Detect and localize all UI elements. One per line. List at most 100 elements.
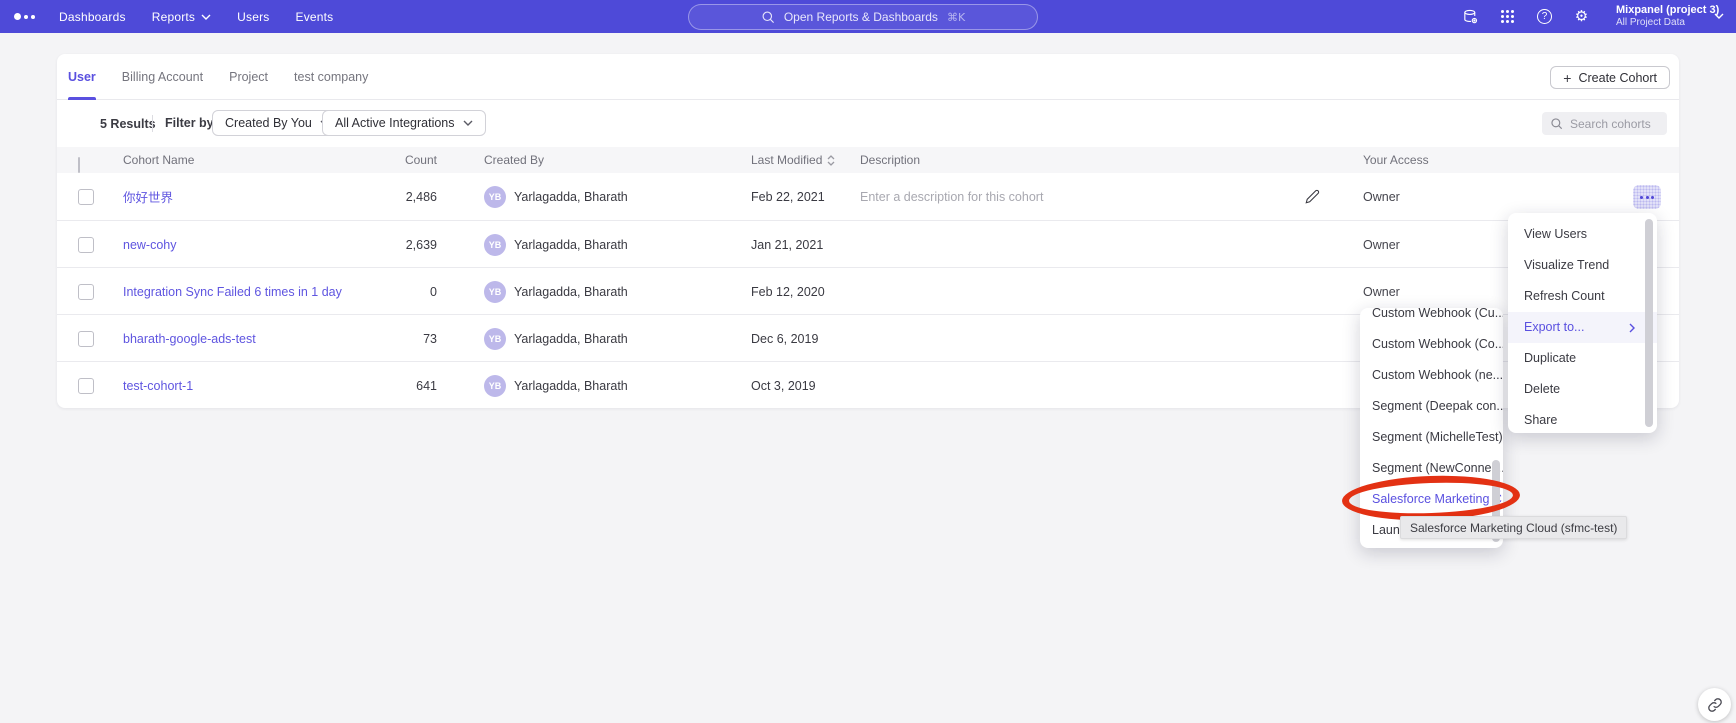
cohort-count: 73 bbox=[357, 315, 437, 362]
mixpanel-logo[interactable] bbox=[14, 0, 35, 33]
nav-link[interactable]: Events bbox=[282, 10, 346, 24]
export-destination-item[interactable]: Custom Webhook (ne... bbox=[1360, 360, 1503, 391]
export-destination-item[interactable]: Salesforce Marketing C... bbox=[1360, 484, 1503, 515]
export-destination-item[interactable]: Segment (MichelleTest) bbox=[1360, 422, 1503, 453]
context-menu-item[interactable]: Delete bbox=[1508, 374, 1657, 405]
nav-link-label: Events bbox=[295, 10, 333, 24]
data-governance-icon[interactable] bbox=[1462, 8, 1479, 25]
export-destination-item[interactable]: Custom Webhook (Cu... bbox=[1360, 308, 1503, 329]
tab[interactable]: test company bbox=[294, 54, 368, 100]
row-context-menu: View Users Visualize Trend Refresh Count bbox=[1508, 213, 1657, 433]
cohort-count: 0 bbox=[357, 268, 437, 315]
avatar: YB bbox=[484, 375, 506, 397]
cohort-name-link[interactable]: new-cohy bbox=[123, 238, 177, 252]
search-icon bbox=[761, 10, 775, 24]
cohort-name-link[interactable]: test-cohort-1 bbox=[123, 379, 193, 393]
apps-grid-icon[interactable] bbox=[1499, 8, 1516, 25]
global-search-bar[interactable]: Open Reports & Dashboards ⌘K bbox=[688, 4, 1038, 30]
project-chevron-down-icon[interactable] bbox=[1714, 13, 1724, 19]
row-checkbox[interactable] bbox=[78, 284, 94, 300]
table-row: Integration Sync Failed 6 times in 1 day… bbox=[57, 267, 1679, 314]
nav-links: Dashboards Reports Users Events bbox=[46, 0, 346, 33]
nav-link-label: Dashboards bbox=[59, 10, 126, 24]
last-modified-date: Feb 12, 2020 bbox=[751, 268, 825, 315]
filter-toolbar: 5 Results Filter by Created By You All A… bbox=[57, 100, 1679, 147]
cohort-name-link[interactable]: Integration Sync Failed 6 times in 1 day bbox=[123, 285, 342, 299]
last-modified-date: Oct 3, 2019 bbox=[751, 362, 816, 409]
header-description: Description bbox=[860, 147, 920, 173]
avatar: YB bbox=[484, 328, 506, 350]
access-level: Owner bbox=[1363, 173, 1400, 220]
header-count: Count bbox=[357, 147, 437, 173]
share-link-button[interactable] bbox=[1698, 688, 1731, 721]
description-field[interactable]: Enter a description for this cohort bbox=[860, 173, 1043, 220]
creator-name: Yarlagadda, Bharath bbox=[514, 173, 628, 220]
edit-pencil-icon[interactable] bbox=[1305, 173, 1320, 220]
creator-name: Yarlagadda, Bharath bbox=[514, 268, 628, 315]
sort-icon bbox=[827, 155, 835, 166]
export-destination-item[interactable]: Custom Webhook (Co... bbox=[1360, 329, 1503, 360]
header-cohort-name: Cohort Name bbox=[123, 147, 194, 173]
submenu-arrow-icon bbox=[1629, 323, 1635, 333]
creator-name: Yarlagadda, Bharath bbox=[514, 315, 628, 362]
avatar: YB bbox=[484, 281, 506, 303]
nav-link[interactable]: Users bbox=[224, 10, 282, 24]
tab[interactable]: User bbox=[68, 54, 96, 100]
project-selector[interactable]: Mixpanel (project 3) All Project Data bbox=[1616, 4, 1719, 29]
global-search-placeholder: Open Reports & Dashboards bbox=[784, 10, 938, 24]
context-menu-item[interactable]: Share bbox=[1508, 405, 1657, 436]
table-row: new-cohy 2,639 YB Yarlagadda, Bharath Ja… bbox=[57, 220, 1679, 267]
table-header: Cohort Name Count Created By Last Modifi… bbox=[57, 147, 1679, 173]
row-checkbox[interactable] bbox=[78, 331, 94, 347]
tooltip: Salesforce Marketing Cloud (sfmc-test) bbox=[1400, 516, 1627, 539]
context-menu-item[interactable]: Duplicate bbox=[1508, 343, 1657, 374]
avatar: YB bbox=[484, 186, 506, 208]
context-menu-item[interactable]: Export to... bbox=[1508, 312, 1657, 343]
top-nav: Dashboards Reports Users Events bbox=[0, 0, 1736, 33]
row-checkbox[interactable] bbox=[78, 237, 94, 253]
chevron-down-icon bbox=[463, 120, 473, 126]
tab[interactable]: Project bbox=[229, 54, 268, 100]
nav-icon-cluster: ? ⚙ bbox=[1462, 0, 1590, 33]
tabs-row: User Billing Account Project test compan… bbox=[57, 54, 1679, 100]
table-row: 你好世界 2,486 YB Yarlagadda, Bharath Feb 22… bbox=[57, 173, 1679, 220]
integrations-dropdown[interactable]: All Active Integrations bbox=[322, 110, 486, 136]
cohort-name-link[interactable]: bharath-google-ads-test bbox=[123, 332, 256, 346]
nav-link[interactable]: Reports bbox=[139, 10, 224, 24]
access-level: Owner bbox=[1363, 221, 1400, 268]
settings-gear-icon[interactable]: ⚙ bbox=[1573, 8, 1590, 25]
export-destination-item[interactable]: Segment (Deepak con... bbox=[1360, 391, 1503, 422]
create-cohort-button[interactable]: + Create Cohort bbox=[1550, 66, 1670, 89]
keyboard-shortcut: ⌘K bbox=[947, 11, 965, 24]
avatar: YB bbox=[484, 234, 506, 256]
row-checkbox[interactable] bbox=[78, 378, 94, 394]
creator-name: Yarlagadda, Bharath bbox=[514, 221, 628, 268]
results-count: 5 Results bbox=[100, 117, 156, 131]
search-cohorts-input[interactable]: Search cohorts bbox=[1542, 112, 1667, 135]
search-cohorts-placeholder: Search cohorts bbox=[1570, 117, 1651, 131]
link-icon bbox=[1707, 697, 1723, 713]
header-last-modified[interactable]: Last Modified bbox=[751, 147, 835, 173]
last-modified-date: Jan 21, 2021 bbox=[751, 221, 823, 268]
plus-icon: + bbox=[1563, 70, 1571, 86]
select-all-checkbox[interactable] bbox=[78, 157, 80, 173]
context-menu-item[interactable]: Refresh Count bbox=[1508, 281, 1657, 312]
context-menu-item[interactable]: View Users bbox=[1508, 219, 1657, 250]
cohort-count: 641 bbox=[357, 362, 437, 409]
nav-link-label: Reports bbox=[152, 10, 195, 24]
cohort-name-link[interactable]: 你好世界 bbox=[123, 187, 173, 206]
tab[interactable]: Billing Account bbox=[122, 54, 203, 100]
divider bbox=[152, 115, 153, 132]
export-destination-item[interactable]: Segment (NewConnec... bbox=[1360, 453, 1503, 484]
chevron-down-icon bbox=[201, 14, 211, 20]
context-menu-item[interactable]: Visualize Trend bbox=[1508, 250, 1657, 281]
search-icon bbox=[1550, 117, 1563, 130]
nav-link-label: Users bbox=[237, 10, 269, 24]
creator-name: Yarlagadda, Bharath bbox=[514, 362, 628, 409]
row-actions-button[interactable] bbox=[1633, 185, 1661, 209]
help-icon[interactable]: ? bbox=[1536, 8, 1553, 25]
menu-scrollbar[interactable] bbox=[1645, 219, 1653, 427]
project-name: Mixpanel (project 3) bbox=[1616, 4, 1719, 17]
nav-link[interactable]: Dashboards bbox=[46, 10, 139, 24]
row-checkbox[interactable] bbox=[78, 189, 94, 205]
